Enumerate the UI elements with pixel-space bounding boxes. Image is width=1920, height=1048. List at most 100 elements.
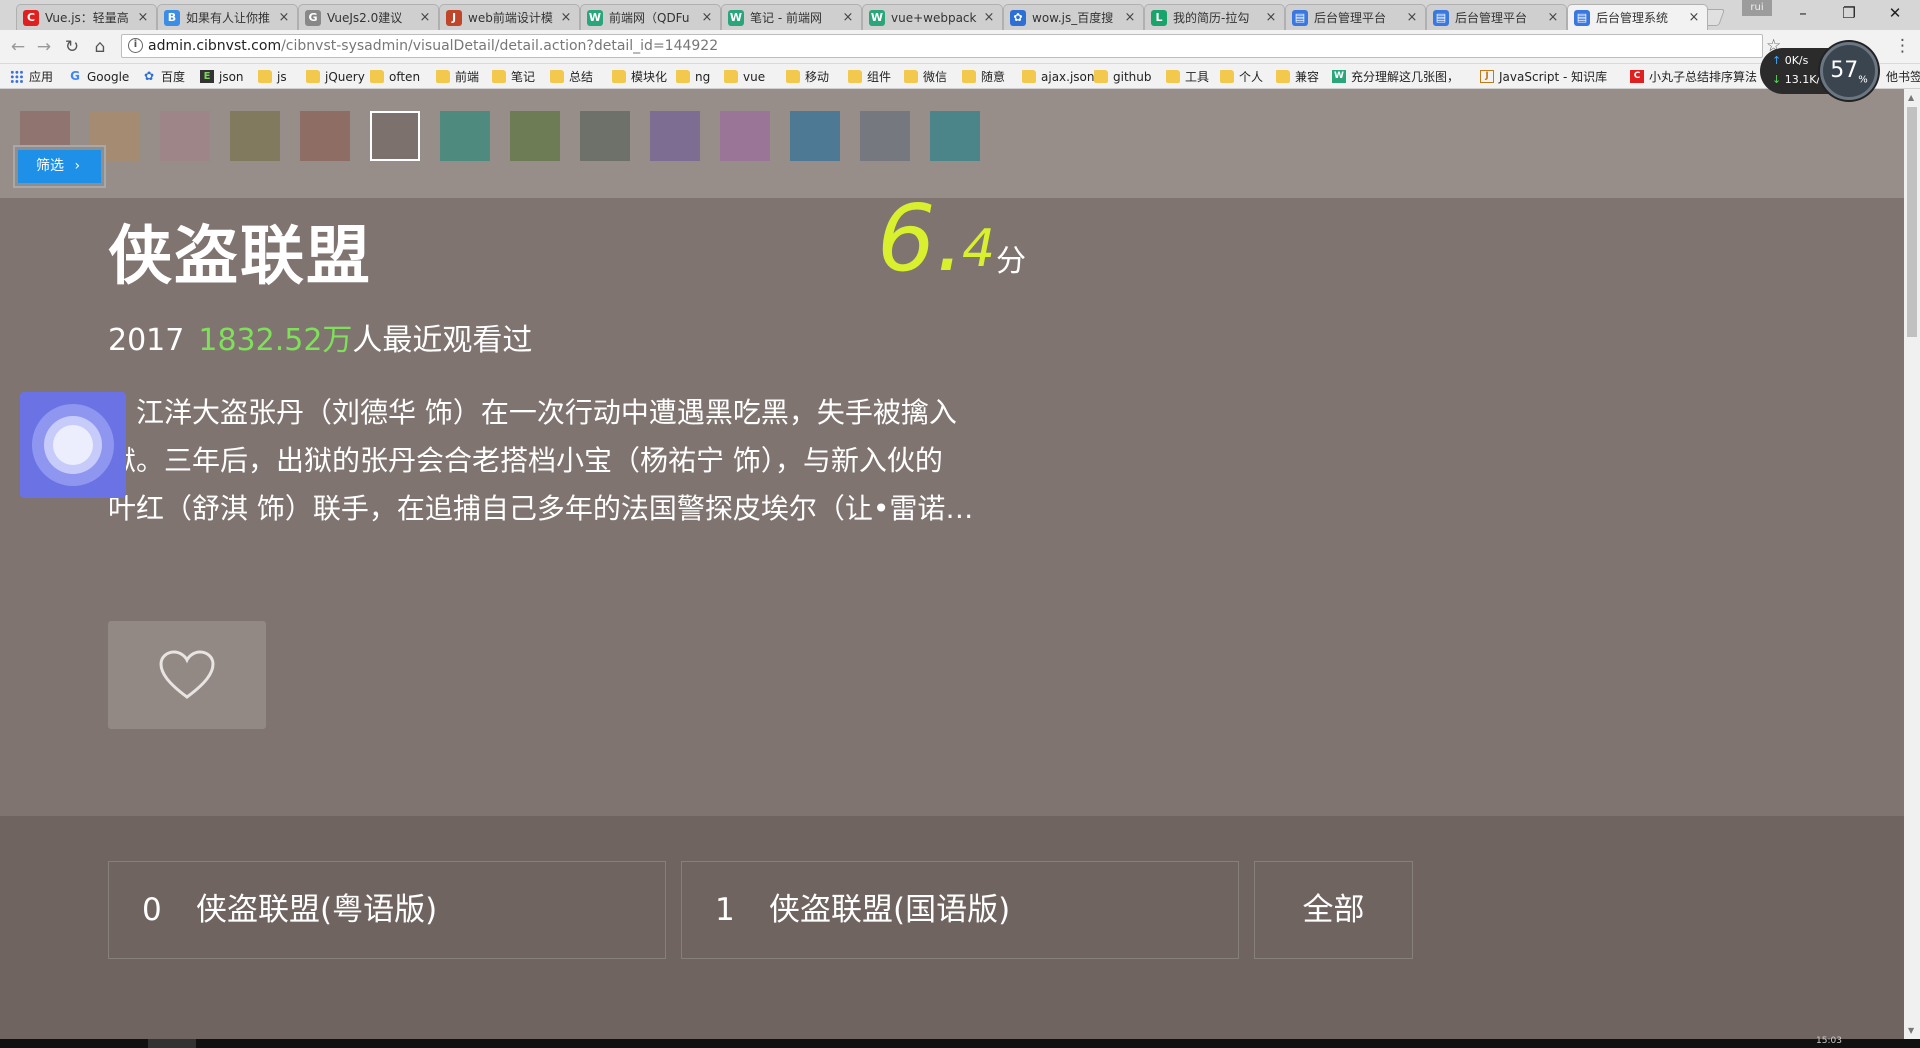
color-swatch[interactable]: [160, 111, 210, 161]
bookmark-folder[interactable]: 前端: [436, 68, 479, 85]
episode-button[interactable]: 0 侠盗联盟(粤语版): [108, 861, 666, 959]
back-icon[interactable]: ←: [6, 36, 30, 58]
scroll-up-icon[interactable]: ▲: [1908, 93, 1914, 102]
forward-icon[interactable]: →: [32, 36, 56, 58]
color-swatch[interactable]: [510, 111, 560, 161]
view-suffix: 人最近观看过: [352, 323, 533, 358]
bookmark-folder[interactable]: 兼容: [1276, 68, 1319, 85]
scroll-down-icon[interactable]: ▼: [1908, 1026, 1914, 1035]
reload-icon[interactable]: ↻: [60, 36, 84, 58]
folder-icon: [676, 70, 690, 83]
google-icon: G: [70, 69, 80, 83]
tab-favicon-icon: ▤: [1574, 9, 1590, 26]
tab-title: web前端设计模: [468, 11, 553, 25]
color-swatch[interactable]: [650, 111, 700, 161]
bookmark-w[interactable]: W 充分理解这几张图，: [1332, 68, 1459, 85]
scrollbar[interactable]: ▲ ▼: [1904, 89, 1920, 1039]
browser-tab[interactable]: Wvue+webpack ×: [862, 4, 1003, 30]
bookmark-folder[interactable]: 笔记: [492, 68, 535, 85]
tab-close-icon[interactable]: ×: [1687, 10, 1701, 25]
favorite-button[interactable]: [108, 621, 266, 729]
profile-chip[interactable]: rui: [1742, 0, 1772, 16]
browser-tab[interactable]: ▤ 后台管理平台 ×: [1426, 4, 1567, 30]
tab-close-icon[interactable]: ×: [1123, 10, 1137, 25]
color-swatch[interactable]: [790, 111, 840, 161]
filter-button[interactable]: 筛选 ›: [13, 145, 106, 188]
tab-close-icon[interactable]: ×: [1405, 10, 1419, 25]
home-icon[interactable]: ⌂: [88, 36, 112, 58]
restore-icon[interactable]: ❐: [1826, 2, 1872, 24]
color-swatch[interactable]: [860, 111, 910, 161]
bookmark-label: 组件: [867, 70, 892, 84]
browser-tab[interactable]: ▤ 后台管理系统 ×: [1567, 4, 1708, 30]
color-swatch[interactable]: [930, 111, 980, 161]
bookmark-folder[interactable]: 微信: [904, 68, 947, 85]
bookmark-folder[interactable]: ajax.json: [1022, 68, 1095, 85]
description-line: 狱。三年后，出狱的张丹会合老搭档小宝（杨祐宁 饰），与新入伙的: [108, 444, 943, 477]
browser-tab[interactable]: C Vue.js：轻量高 ×: [16, 4, 157, 30]
bookmark-folder[interactable]: 模块化: [612, 68, 667, 85]
minimize-icon[interactable]: –: [1780, 2, 1826, 24]
tab-close-icon[interactable]: ×: [559, 10, 573, 25]
info-icon[interactable]: i: [128, 38, 143, 53]
taskbar-item[interactable]: [148, 1039, 196, 1048]
color-swatch[interactable]: [300, 111, 350, 161]
csdn-icon: C: [1630, 70, 1644, 83]
floating-assistant-button[interactable]: [20, 392, 126, 498]
all-episodes-button[interactable]: 全部: [1254, 861, 1413, 959]
chevron-right-icon: ›: [74, 158, 81, 174]
bookmark-folder[interactable]: js: [258, 68, 287, 85]
browser-tab[interactable]: B 如果有人让你推 ×: [157, 4, 298, 30]
bookmark-folder[interactable]: 工具: [1166, 68, 1209, 85]
browser-tab[interactable]: L 我的简历-拉勾 ×: [1144, 4, 1285, 30]
bookmark-folder[interactable]: often: [370, 68, 420, 85]
browser-tab[interactable]: ✿ wow.js_百度搜 ×: [1003, 4, 1144, 30]
episode-button[interactable]: 1 侠盗联盟(国语版): [681, 861, 1239, 959]
bookmark-c[interactable]: C 小丸子总结排序算法: [1630, 68, 1757, 85]
browser-tab[interactable]: W 笔记 - 前端网 ×: [721, 4, 862, 30]
bookmark-folder[interactable]: github: [1094, 68, 1151, 85]
bookmark-folder[interactable]: 随意: [962, 68, 1005, 85]
bookmark-j[interactable]: J JavaScript - 知识库: [1480, 68, 1607, 85]
bookmark-baidu[interactable]: ✿ 百度: [142, 68, 185, 85]
color-swatch[interactable]: [370, 111, 420, 161]
bookmark-folder[interactable]: ng: [676, 68, 710, 85]
tab-close-icon[interactable]: ×: [700, 10, 714, 25]
scrollbar-thumb[interactable]: [1907, 107, 1917, 337]
tab-close-icon[interactable]: ×: [841, 10, 855, 25]
close-window-icon[interactable]: ✕: [1872, 2, 1918, 24]
bookmark-folder[interactable]: jQuery: [306, 68, 365, 85]
color-swatch[interactable]: [440, 111, 490, 161]
bookmark-folder[interactable]: 组件: [848, 68, 891, 85]
other-bookmarks[interactable]: 他书签: [1886, 68, 1920, 85]
browser-tab[interactable]: W 前端网（QDFu ×: [580, 4, 721, 30]
browser-tab[interactable]: Jweb前端设计模 ×: [439, 4, 580, 30]
memory-gauge[interactable]: 57%: [1820, 42, 1878, 100]
browser-tab[interactable]: ▤ 后台管理平台 ×: [1285, 4, 1426, 30]
tab-title: 前端网（QDFu: [609, 11, 690, 25]
bookmark-apps[interactable]: 应用: [10, 68, 53, 85]
bookmark-folder[interactable]: 总结: [550, 68, 593, 85]
browser-tab[interactable]: G VueJs2.0建议 ×: [298, 4, 439, 30]
tab-close-icon[interactable]: ×: [982, 10, 996, 25]
color-swatch[interactable]: [580, 111, 630, 161]
bookmarks-bar: 应用 G Google ✿ 百度 Ejson js jQuery often 前端 笔记 总结 模块化 n…: [0, 64, 1920, 89]
folder-icon: [258, 70, 272, 83]
tab-favicon-icon: B: [164, 9, 180, 26]
tab-close-icon[interactable]: ×: [1546, 10, 1560, 25]
tab-close-icon[interactable]: ×: [277, 10, 291, 25]
tab-close-icon[interactable]: ×: [1264, 10, 1278, 25]
folder-icon: [786, 70, 800, 83]
bookmark-google[interactable]: G Google: [68, 68, 129, 85]
bookmark-folder[interactable]: 移动: [786, 68, 829, 85]
address-bar[interactable]: i admin.cibnvst.com/cibnvst-sysadmin/vis…: [121, 34, 1763, 58]
menu-icon[interactable]: ⋮: [1894, 36, 1911, 56]
color-swatch[interactable]: [720, 111, 770, 161]
tab-close-icon[interactable]: ×: [418, 10, 432, 25]
bookmark-folder[interactable]: vue: [724, 68, 765, 85]
tab-title: 我的简历-拉勾: [1173, 11, 1250, 25]
color-swatch[interactable]: [230, 111, 280, 161]
bookmark-folder[interactable]: 个人: [1220, 68, 1263, 85]
tab-close-icon[interactable]: ×: [136, 10, 150, 25]
bookmark-json[interactable]: Ejson: [200, 68, 244, 85]
